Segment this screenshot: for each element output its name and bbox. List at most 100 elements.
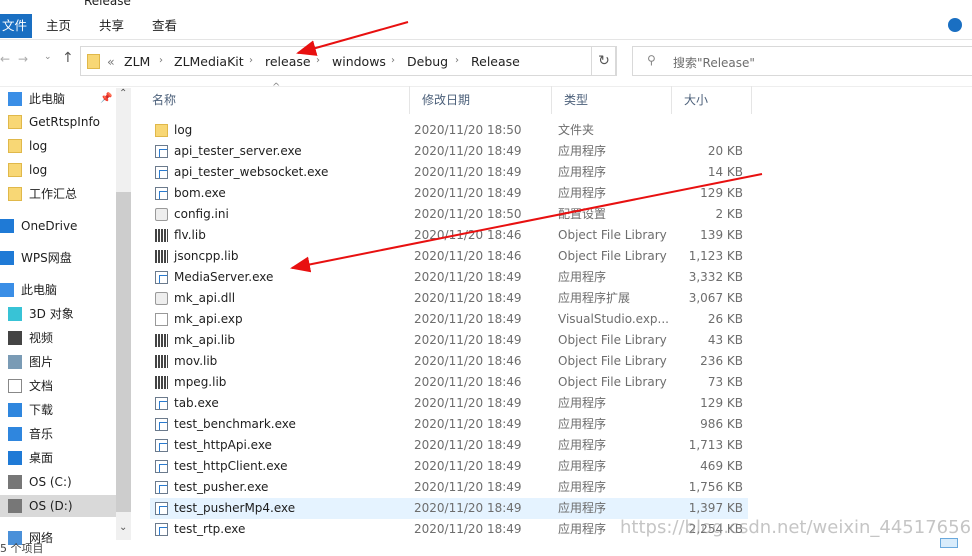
forward-icon[interactable]: → <box>18 52 28 66</box>
address-bar[interactable]: « ZLM › ZLMediaKit › release › windows ›… <box>80 46 616 76</box>
file-name: config.ini <box>174 207 229 221</box>
file-type: 文件夹 <box>558 123 595 137</box>
column-header-type[interactable]: 类型 <box>552 86 672 114</box>
breadcrumb-overflow[interactable]: « <box>107 54 115 69</box>
file-row[interactable]: test_httpApi.exe 2020/11/20 18:49 应用程序 1,71… <box>150 435 748 456</box>
file-row[interactable]: mov.lib 2020/11/20 18:46 Object File Libra… <box>150 351 748 372</box>
file-row[interactable]: config.ini 2020/11/20 18:50 配置设置 2 KB <box>150 204 748 225</box>
file-date: 2020/11/20 18:49 <box>414 186 522 200</box>
file-row[interactable]: tab.exe 2020/11/20 18:49 应用程序 129 KB <box>150 393 748 414</box>
sidebar-item-label: OS (D:) <box>29 499 73 513</box>
tab-share[interactable]: 共享 <box>99 14 124 38</box>
file-name: MediaServer.exe <box>174 270 274 284</box>
column-header-size[interactable]: 大小 <box>672 86 752 114</box>
pin-icon[interactable]: 📌 <box>100 88 112 110</box>
sidebar-item[interactable]: 桌面 <box>0 447 116 469</box>
sidebar-item[interactable]: 图片 <box>0 351 116 373</box>
sidebar-scrollbar-thumb[interactable] <box>116 192 131 512</box>
sidebar-item[interactable]: GetRtspInfo <box>0 111 116 133</box>
column-header-date[interactable]: 修改日期 <box>410 86 552 114</box>
sidebar-item[interactable]: 3D 对象 <box>0 303 116 325</box>
file-row[interactable]: flv.lib 2020/11/20 18:46 Object File Libra… <box>150 225 748 246</box>
file-name: test_pusher.exe <box>174 480 269 494</box>
sidebar-item[interactable]: 视频 <box>0 327 116 349</box>
breadcrumb-debug[interactable]: Debug <box>407 54 448 69</box>
breadcrumb-zlm[interactable]: ZLM <box>124 54 150 69</box>
file-name: log <box>174 123 193 137</box>
tab-view[interactable]: 查看 <box>152 14 177 38</box>
file-date: 2020/11/20 18:49 <box>414 438 522 452</box>
file-size: 129 KB <box>700 396 743 410</box>
folder-icon <box>155 124 168 137</box>
search-input[interactable]: ⚲ 搜索"Release" <box>632 46 972 76</box>
file-row[interactable]: test_httpClient.exe 2020/11/20 18:49 应用程序 4… <box>150 456 748 477</box>
application-icon <box>155 523 168 536</box>
sidebar-item[interactable]: log <box>0 159 116 181</box>
details-view-icon[interactable] <box>940 538 958 548</box>
file-row[interactable]: MediaServer.exe 2020/11/20 18:49 应用程序 3,332… <box>150 267 748 288</box>
file-row[interactable]: log 2020/11/20 18:50 文件夹 <box>150 120 748 141</box>
sidebar-item[interactable]: WPS网盘 <box>0 247 116 269</box>
library-icon <box>155 250 168 263</box>
file-type: Object File Library <box>558 228 667 242</box>
folder-icon <box>8 115 22 129</box>
file-icon <box>155 313 168 326</box>
file-size: 3,332 KB <box>688 270 743 284</box>
file-type: Object File Library <box>558 333 667 347</box>
file-row[interactable]: mk_api.dll 2020/11/20 18:49 应用程序扩展 3,067 KB <box>150 288 748 309</box>
file-row[interactable]: test_benchmark.exe 2020/11/20 18:49 应用程序 98… <box>150 414 748 435</box>
sidebar-item[interactable]: OS (D:) <box>0 495 116 517</box>
file-name: flv.lib <box>174 228 206 242</box>
file-row[interactable]: mk_api.exp 2020/11/20 18:49 VisualStudio.e… <box>150 309 748 330</box>
sidebar-item[interactable]: 此电脑 📌 <box>0 88 116 110</box>
sidebar-item[interactable]: OneDrive <box>0 215 116 237</box>
library-icon <box>155 334 168 347</box>
file-size: 1,756 KB <box>688 480 743 494</box>
search-placeholder: 搜索"Release" <box>673 56 755 70</box>
sidebar-item[interactable]: 音乐 <box>0 423 116 445</box>
file-row[interactable]: test_pusher.exe 2020/11/20 18:49 应用程序 1,756… <box>150 477 748 498</box>
back-icon[interactable]: ← <box>0 52 10 66</box>
file-row[interactable]: bom.exe 2020/11/20 18:49 应用程序 129 KB <box>150 183 748 204</box>
sidebar-item-label: 工作汇总 <box>29 187 78 201</box>
computer-icon <box>8 92 22 106</box>
help-icon[interactable] <box>948 18 962 32</box>
file-type: 配置设置 <box>558 207 607 221</box>
file-date: 2020/11/20 18:49 <box>414 522 522 536</box>
file-name: mov.lib <box>174 354 218 368</box>
refresh-button[interactable]: ↻ <box>591 46 617 76</box>
file-row[interactable]: test_pusherMp4.exe 2020/11/20 18:49 应用程序 1,… <box>150 498 748 519</box>
sidebar-item[interactable]: 工作汇总 <box>0 183 116 205</box>
file-row[interactable]: api_tester_server.exe 2020/11/20 18:49 应用程… <box>150 141 748 162</box>
up-icon[interactable]: ↑ <box>62 50 74 66</box>
application-icon <box>155 439 168 452</box>
file-type: 应用程序 <box>558 144 607 158</box>
sidebar-item[interactable]: 此电脑 <box>0 279 116 301</box>
sidebar-item[interactable]: OS (C:) <box>0 471 116 493</box>
file-name: test_rtp.exe <box>174 522 246 536</box>
file-size: 1,713 KB <box>688 438 743 452</box>
tab-file[interactable]: 文件 <box>0 14 32 38</box>
application-icon <box>155 271 168 284</box>
column-header-name[interactable]: 名称 <box>140 86 410 114</box>
recent-chevron-icon[interactable]: ⌄ <box>44 52 52 62</box>
sidebar-item[interactable]: 文档 <box>0 375 116 397</box>
window-title: Release <box>84 0 131 8</box>
file-type: 应用程序 <box>558 522 607 536</box>
file-row[interactable]: api_tester_websocket.exe 2020/11/20 18:49… <box>150 162 748 183</box>
file-row[interactable]: mk_api.lib 2020/11/20 18:49 Object File Li… <box>150 330 748 351</box>
folder-icon <box>8 163 22 177</box>
navigation-bar: ← → ⌄ ↑ « ZLM › ZLMediaKit › release › w… <box>0 40 972 80</box>
sidebar-item[interactable]: 下载 <box>0 399 116 421</box>
file-row[interactable]: jsoncpp.lib 2020/11/20 18:46 Object File L… <box>150 246 748 267</box>
library-icon <box>155 355 168 368</box>
breadcrumb-release[interactable]: release <box>265 54 311 69</box>
breadcrumb-release-current[interactable]: Release <box>471 54 520 69</box>
breadcrumb-windows[interactable]: windows <box>332 54 386 69</box>
file-type: Object File Library <box>558 249 667 263</box>
tab-home[interactable]: 主页 <box>46 14 71 38</box>
breadcrumb-zlmediakit[interactable]: ZLMediaKit <box>174 54 244 69</box>
file-row[interactable]: mpeg.lib 2020/11/20 18:46 Object File Libr… <box>150 372 748 393</box>
sidebar-item[interactable]: log <box>0 135 116 157</box>
file-size: 26 KB <box>707 312 743 326</box>
